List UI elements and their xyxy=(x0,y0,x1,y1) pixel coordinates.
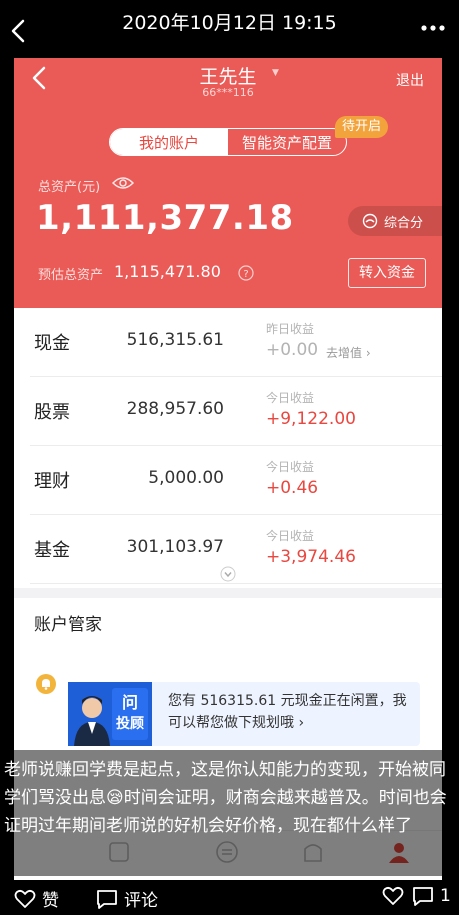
comment-label: 评论 xyxy=(124,891,158,911)
chevron-down-icon xyxy=(220,566,236,582)
asset-amount: 5,000.00 xyxy=(148,468,224,488)
bell-icon xyxy=(36,674,56,694)
asset-earnings: +0.46 xyxy=(266,478,319,498)
pending-badge: 待开启 xyxy=(335,116,389,138)
total-assets-value: 1,111,377.18 xyxy=(36,198,294,238)
comment-icon xyxy=(97,889,117,909)
total-assets-label: 总资产(元) xyxy=(38,180,101,195)
asset-earnings: +9,122.00 xyxy=(266,409,356,429)
tab-smart-allocation: 智能资产配置 xyxy=(241,133,332,152)
estimated-assets-label: 预估总资产 xyxy=(38,268,104,283)
grow-link: 去增值 › xyxy=(326,346,371,360)
advisor-badge-line1: 问 xyxy=(122,693,138,712)
asset-earnings-label: 今日收益 xyxy=(266,529,315,543)
post-caption: 老师说赚回学费是起点，这是你认知能力的变现，开始被同学们骂没出息😪时间会证明，财… xyxy=(0,750,459,876)
asset-name: 基金 xyxy=(34,540,70,561)
score-icon xyxy=(362,213,378,229)
user-id: 66***116 xyxy=(202,86,254,99)
advisor-card: 问 投顾 您有 516315.61 元现金正在闲置，我可以帮您做下规划哦 › xyxy=(68,682,420,746)
asset-amount: 516,315.61 xyxy=(126,330,224,350)
account-header: 王先生 ▼ 66***116 退出 我的账户 智能资产配置 待开启 总资产(元)… xyxy=(14,58,442,308)
user-name: 王先生 xyxy=(199,66,257,88)
transfer-funds-button: 转入资金 xyxy=(348,258,426,288)
asset-earnings-label: 昨日收益 xyxy=(266,322,315,336)
like-button[interactable]: 赞 xyxy=(14,886,59,911)
score-label: 综合分 xyxy=(384,215,424,231)
estimated-assets-value: 1,115,471.80 xyxy=(114,262,221,281)
asset-earnings: +3,974.46 xyxy=(266,547,356,567)
asset-earnings: +0.00 xyxy=(266,340,319,360)
tab-my-account: 我的账户 xyxy=(110,129,228,155)
advisor-avatar: 问 投顾 xyxy=(68,682,152,746)
comment-count-button[interactable]: 1 xyxy=(412,886,451,906)
caption-text: 老师说赚回学费是起点，这是你认知能力的变现，开始被同学们骂没出息😪时间会证明，财… xyxy=(4,760,447,836)
section-title: 账户管家 xyxy=(34,615,102,635)
account-tabs: 我的账户 智能资产配置 xyxy=(109,128,347,156)
asset-row-cash: 现金 516,315.61 昨日收益 +0.00 去增值 › xyxy=(14,308,442,377)
asset-earnings-label: 今日收益 xyxy=(266,391,315,405)
asset-row-wealth: 理财 5,000.00 今日收益 +0.46 xyxy=(14,446,442,515)
asset-list: 现金 516,315.61 昨日收益 +0.00 去增值 › 股票 288,95… xyxy=(14,308,442,588)
logout-link: 退出 xyxy=(396,73,424,89)
heart-icon xyxy=(14,889,36,908)
question-icon: ? xyxy=(238,265,254,281)
asset-amount: 288,957.60 xyxy=(126,399,224,419)
asset-name: 理财 xyxy=(34,471,70,492)
advisor-message: 您有 516315.61 元现金正在闲置，我可以帮您做下规划哦 › xyxy=(168,693,407,731)
user-dropdown-icon: ▼ xyxy=(272,68,279,78)
composite-score-button: 综合分 xyxy=(348,206,442,236)
eye-icon xyxy=(112,177,134,189)
comment-count: 1 xyxy=(440,886,451,906)
like-label: 赞 xyxy=(42,891,59,911)
post-timestamp: 2020年10月12日 19:15 xyxy=(122,12,337,34)
action-bar: 赞 评论 1 xyxy=(0,880,459,915)
asset-row-stocks: 股票 288,957.60 今日收益 +9,122.00 xyxy=(14,377,442,446)
top-bar: 2020年10月12日 19:15 xyxy=(0,0,459,58)
advisor-badge-line2: 投顾 xyxy=(116,716,144,732)
asset-name: 现金 xyxy=(34,333,70,354)
comment-button[interactable]: 评论 xyxy=(96,886,158,911)
heart-icon xyxy=(382,886,404,905)
more-dots-icon[interactable] xyxy=(421,24,445,32)
asset-amount: 301,103.97 xyxy=(126,537,224,557)
comment-icon xyxy=(413,887,433,906)
like-count-button[interactable] xyxy=(382,886,404,906)
asset-name: 股票 xyxy=(34,402,70,423)
svg-text:?: ? xyxy=(243,269,248,280)
asset-earnings-label: 今日收益 xyxy=(266,460,315,474)
